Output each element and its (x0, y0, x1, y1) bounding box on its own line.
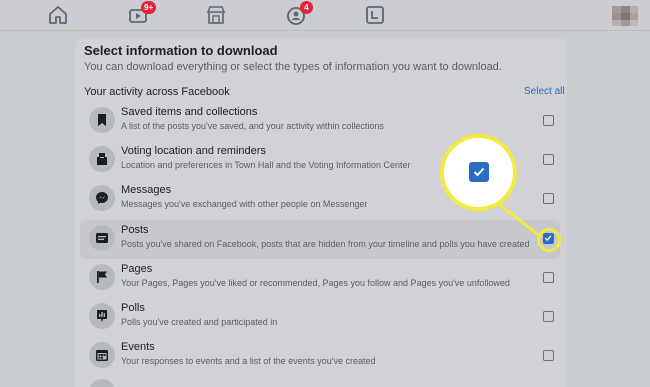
check-icon (473, 167, 485, 177)
callout-checked-checkbox (469, 162, 489, 182)
callout-highlight-ring (537, 228, 561, 252)
callout-connector (495, 200, 542, 239)
